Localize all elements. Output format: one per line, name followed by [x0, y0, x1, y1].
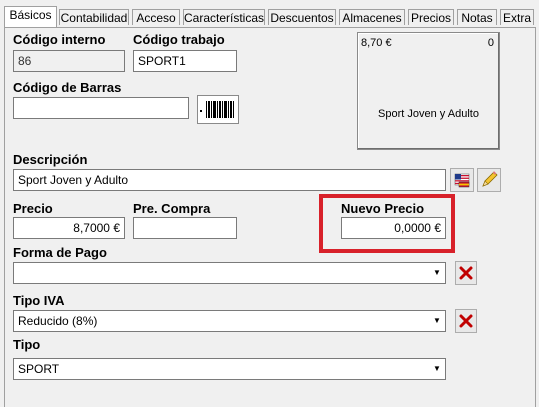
precio-input[interactable]: 8,7000 € — [13, 217, 125, 239]
combo-arrow-icon: ▼ — [433, 364, 441, 373]
tab-acceso[interactable]: Acceso — [132, 9, 180, 25]
preview-name: Sport Joven y Adulto — [378, 108, 479, 120]
tipo-select[interactable]: SPORT ▼ — [13, 358, 446, 380]
codigo-interno-label: Código interno — [13, 32, 106, 47]
pre-compra-input[interactable] — [133, 217, 237, 239]
edit-description-button[interactable] — [477, 168, 501, 192]
flag-icon — [454, 173, 470, 188]
codigo-trabajo-label: Código trabajo — [133, 32, 225, 47]
descripcion-input[interactable]: Sport Joven y Adulto — [13, 169, 446, 191]
descripcion-label: Descripción — [13, 152, 88, 167]
combo-arrow-icon: ▼ — [433, 268, 441, 277]
barcode-button[interactable] — [197, 95, 239, 124]
codigo-interno-field: 86 — [13, 50, 125, 72]
tab-notas[interactable]: Notas — [457, 9, 497, 25]
pre-compra-label: Pre. Compra — [133, 201, 211, 216]
nuevo-precio-highlight — [319, 194, 455, 253]
tipo-iva-label: Tipo IVA — [13, 293, 65, 308]
preview-price: 8,70 € — [361, 37, 392, 49]
forma-pago-select[interactable]: ▼ — [13, 262, 446, 284]
tipo-value: SPORT — [18, 362, 60, 376]
codigo-trabajo-input[interactable]: SPORT1 — [133, 50, 237, 72]
codigo-barras-input[interactable] — [13, 97, 189, 119]
tab-descuentos[interactable]: Descuentos — [268, 9, 336, 25]
tab-contabilidad[interactable]: Contabilidad — [59, 9, 129, 25]
tab-caracteristicas[interactable]: Características — [183, 9, 265, 25]
tab-extra[interactable]: Extra — [500, 9, 534, 25]
delete-icon — [459, 266, 473, 280]
barcode-icon — [200, 101, 234, 118]
article-preview-button[interactable]: 8,70 € 0 Sport Joven y Adulto — [357, 32, 500, 150]
codigo-barras-label: Código de Barras — [13, 80, 122, 95]
combo-arrow-icon: ▼ — [433, 316, 441, 325]
tab-strip: Básicos Contabilidad Acceso Característi… — [4, 6, 536, 28]
clear-tipo-iva-button[interactable] — [455, 309, 477, 333]
tipo-iva-select[interactable]: Reducido (8%) ▼ — [13, 310, 446, 332]
precio-label: Precio — [13, 201, 53, 216]
language-button[interactable] — [450, 168, 474, 192]
pencil-icon — [482, 171, 498, 187]
forma-pago-label: Forma de Pago — [13, 245, 107, 260]
tipo-label: Tipo — [13, 337, 41, 352]
preview-count: 0 — [487, 37, 494, 49]
clear-forma-pago-button[interactable] — [455, 261, 477, 285]
tab-almacenes[interactable]: Almacenes — [339, 9, 405, 25]
tab-precios[interactable]: Precios — [408, 9, 454, 25]
delete-icon — [459, 314, 473, 328]
tipo-iva-value: Reducido (8%) — [18, 314, 98, 328]
tab-basicos[interactable]: Básicos — [4, 6, 57, 27]
